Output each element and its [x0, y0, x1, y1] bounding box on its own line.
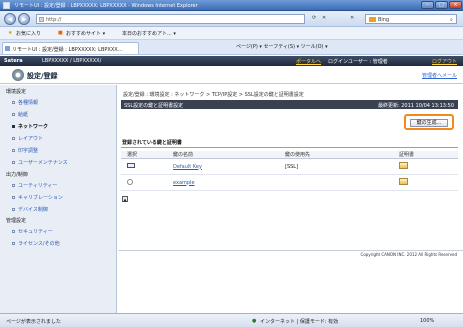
sidebar-item-layout[interactable]: レイアウト [18, 135, 43, 142]
bullet-icon [12, 242, 15, 245]
sidebar-section-env: 環境設定 [6, 89, 27, 95]
sidebar-item-print-adjust[interactable]: 印字調整 [18, 147, 38, 154]
minimize-button[interactable]: – [421, 1, 434, 9]
suggested-sites-link[interactable]: おすすめサイト ▾ [66, 30, 105, 37]
tab-label: リモートUI : 設定/登録 : LBPXXXXX: LBPXXX... [12, 47, 123, 53]
page-icon [39, 17, 44, 22]
page-title: 設定/登録 [27, 72, 58, 80]
security-zone: インターネット | 保護モード: 有効 [260, 319, 339, 325]
suggested-sites-icon: ■ [58, 30, 63, 36]
sidebar: 環境設定 各種情報 給紙 ネットワーク レイアウト 印字調整 ユーザーメンテナン… [0, 85, 117, 313]
bullet-icon [12, 196, 15, 199]
bing-icon [369, 17, 376, 22]
sidebar-item-network[interactable]: ネットワーク [18, 123, 48, 130]
sidebar-item-security[interactable]: セキュリティー [18, 228, 53, 235]
favorites-star-icon: ★ [8, 30, 13, 36]
web-slice-link[interactable]: 本日のおすすめアト... ▾ [122, 30, 176, 37]
settings-gear-icon [12, 69, 24, 81]
back-button[interactable]: ◀ [4, 13, 16, 25]
scroll-top-icon[interactable]: ▲ [122, 196, 128, 202]
status-text: ページが表示されました [6, 319, 61, 325]
generate-key-button[interactable]: 鍵の生成... [410, 119, 448, 127]
refresh-icon[interactable]: ⟳ [312, 15, 316, 21]
sidebar-item-paper[interactable]: 給紙 [18, 111, 28, 118]
search-input[interactable]: Bing ⌕ [365, 14, 457, 24]
col-certificate: 証明書 [393, 151, 458, 159]
sidebar-item-device-control[interactable]: デバイス制御 [18, 206, 48, 213]
bullet-icon [12, 184, 15, 187]
address-bar: ◀ ▶ http:// ⟳ ✕ ✕ Bing ⌕ [0, 11, 463, 27]
globe-icon: ● [252, 318, 257, 324]
key-table: 選択 鍵の名前 鍵の使用先 証明書 Default Key [SSL] exam… [121, 151, 458, 191]
bullet-icon [12, 137, 15, 140]
portal-link[interactable]: ポータルへ [296, 58, 321, 65]
tab-page-icon [5, 46, 10, 51]
search-icon[interactable]: ⌕ [450, 17, 453, 23]
device-name: LBPXXXXX / LBPXXXXX/ [42, 58, 102, 64]
col-key-name: 鍵の名前 [167, 151, 279, 159]
tab-remote-ui[interactable]: リモートUI : 設定/登録 : LBPXXXXX: LBPXXX... [2, 42, 139, 54]
window-title: リモートUI : 設定/登録 : LBPXXXXX: LBPXXXXX - Wi… [14, 3, 198, 9]
certificate-icon[interactable] [399, 178, 408, 185]
search-placeholder: Bing [378, 17, 390, 23]
generate-key-highlight: 鍵の生成... [404, 114, 454, 130]
copyright: Copyright CANON INC. 2012 All Rights Res… [360, 252, 457, 257]
favorites-button[interactable]: お気に入り [16, 30, 41, 37]
command-bar[interactable]: ページ(P) ▾ セーフティ(S) ▾ ツール(O) ▾ [236, 43, 328, 50]
maximize-button[interactable]: □ [435, 1, 448, 9]
window-titlebar: リモートUI : 設定/登録 : LBPXXXXX: LBPXXXXX - Wi… [0, 0, 463, 11]
col-usage: 鍵の使用先 [279, 151, 393, 159]
select-radio[interactable] [127, 178, 133, 185]
col-select: 選択 [121, 151, 167, 159]
section-title: 登録されている鍵と証明書 [122, 140, 182, 146]
tab-bar: リモートUI : 設定/登録 : LBPXXXXX: LBPXXX... ページ… [0, 40, 463, 55]
bullet-icon [12, 149, 15, 152]
device-header: Satera LBPXXXXX / LBPXXXXX/ ポータルへ ログインユー… [0, 56, 463, 66]
login-user: ログインユーザー : 管理者 [328, 59, 388, 65]
panel-header: SSL設定の鍵と証明書設定 最終更新: 2011 10/04 13:13:50 [121, 100, 458, 109]
key-name-link[interactable]: Default Key [173, 164, 202, 170]
url-text: http:// [46, 17, 62, 23]
sidebar-item-calibration[interactable]: キャリブレーション [18, 194, 63, 201]
sidebar-item-maintenance[interactable]: ユーザーメンテナンス [18, 159, 68, 166]
footer-divider [118, 250, 463, 251]
panel-title: SSL設定の鍵と証明書設定 [124, 103, 184, 109]
status-bar: ページが表示されました ● インターネット | 保護モード: 有効 100% [0, 313, 463, 327]
sidebar-item-license[interactable]: ライセンス/その他 [18, 240, 60, 247]
last-updated: 最終更新: 2011 10/04 13:13:50 [377, 103, 454, 109]
bullet-icon [12, 161, 15, 164]
forward-button[interactable]: ▶ [18, 13, 30, 25]
bullet-icon [12, 113, 15, 116]
sidebar-section-output: 出力/制御 [6, 172, 28, 178]
rss-icon[interactable]: ✕ [322, 15, 326, 21]
table-header: 選択 鍵の名前 鍵の使用先 証明書 [121, 151, 458, 159]
page-subheader: 設定/登録 管理者へメール [0, 66, 463, 84]
bullet-icon [12, 230, 15, 233]
sidebar-item-utility[interactable]: ユーティリティー [18, 182, 57, 189]
url-input[interactable]: http:// [36, 14, 305, 24]
section-divider [121, 147, 458, 148]
logout-link[interactable]: ログアウト [432, 58, 457, 65]
brand-logo: Satera [4, 58, 23, 64]
key-usage: [SSL] [285, 163, 299, 170]
certificate-icon[interactable] [399, 162, 408, 169]
selected-key-icon[interactable] [127, 163, 135, 168]
breadcrumb: 設定/登録 : 環境設定 : ネットワーク > TCP/IP設定 > SSL設定… [123, 92, 304, 98]
bullet-icon [12, 208, 15, 211]
zoom-level[interactable]: 100% [420, 318, 434, 324]
bullet-icon [12, 125, 15, 128]
favorites-bar: ★ お気に入り ■ おすすめサイト ▾ 本日のおすすめアト... ▾ [0, 27, 463, 40]
stop-icon[interactable]: ✕ [350, 15, 354, 21]
bullet-icon [12, 101, 15, 104]
browser-icon [3, 2, 10, 9]
close-button[interactable]: × [449, 1, 462, 9]
table-row: Default Key [SSL] [121, 158, 458, 175]
sidebar-section-admin: 管理設定 [6, 218, 27, 224]
sidebar-item-info[interactable]: 各種情報 [18, 99, 38, 106]
mail-admin-link[interactable]: 管理者へメール [422, 72, 457, 79]
key-name-link[interactable]: example [173, 180, 195, 186]
table-row: example [121, 174, 458, 191]
